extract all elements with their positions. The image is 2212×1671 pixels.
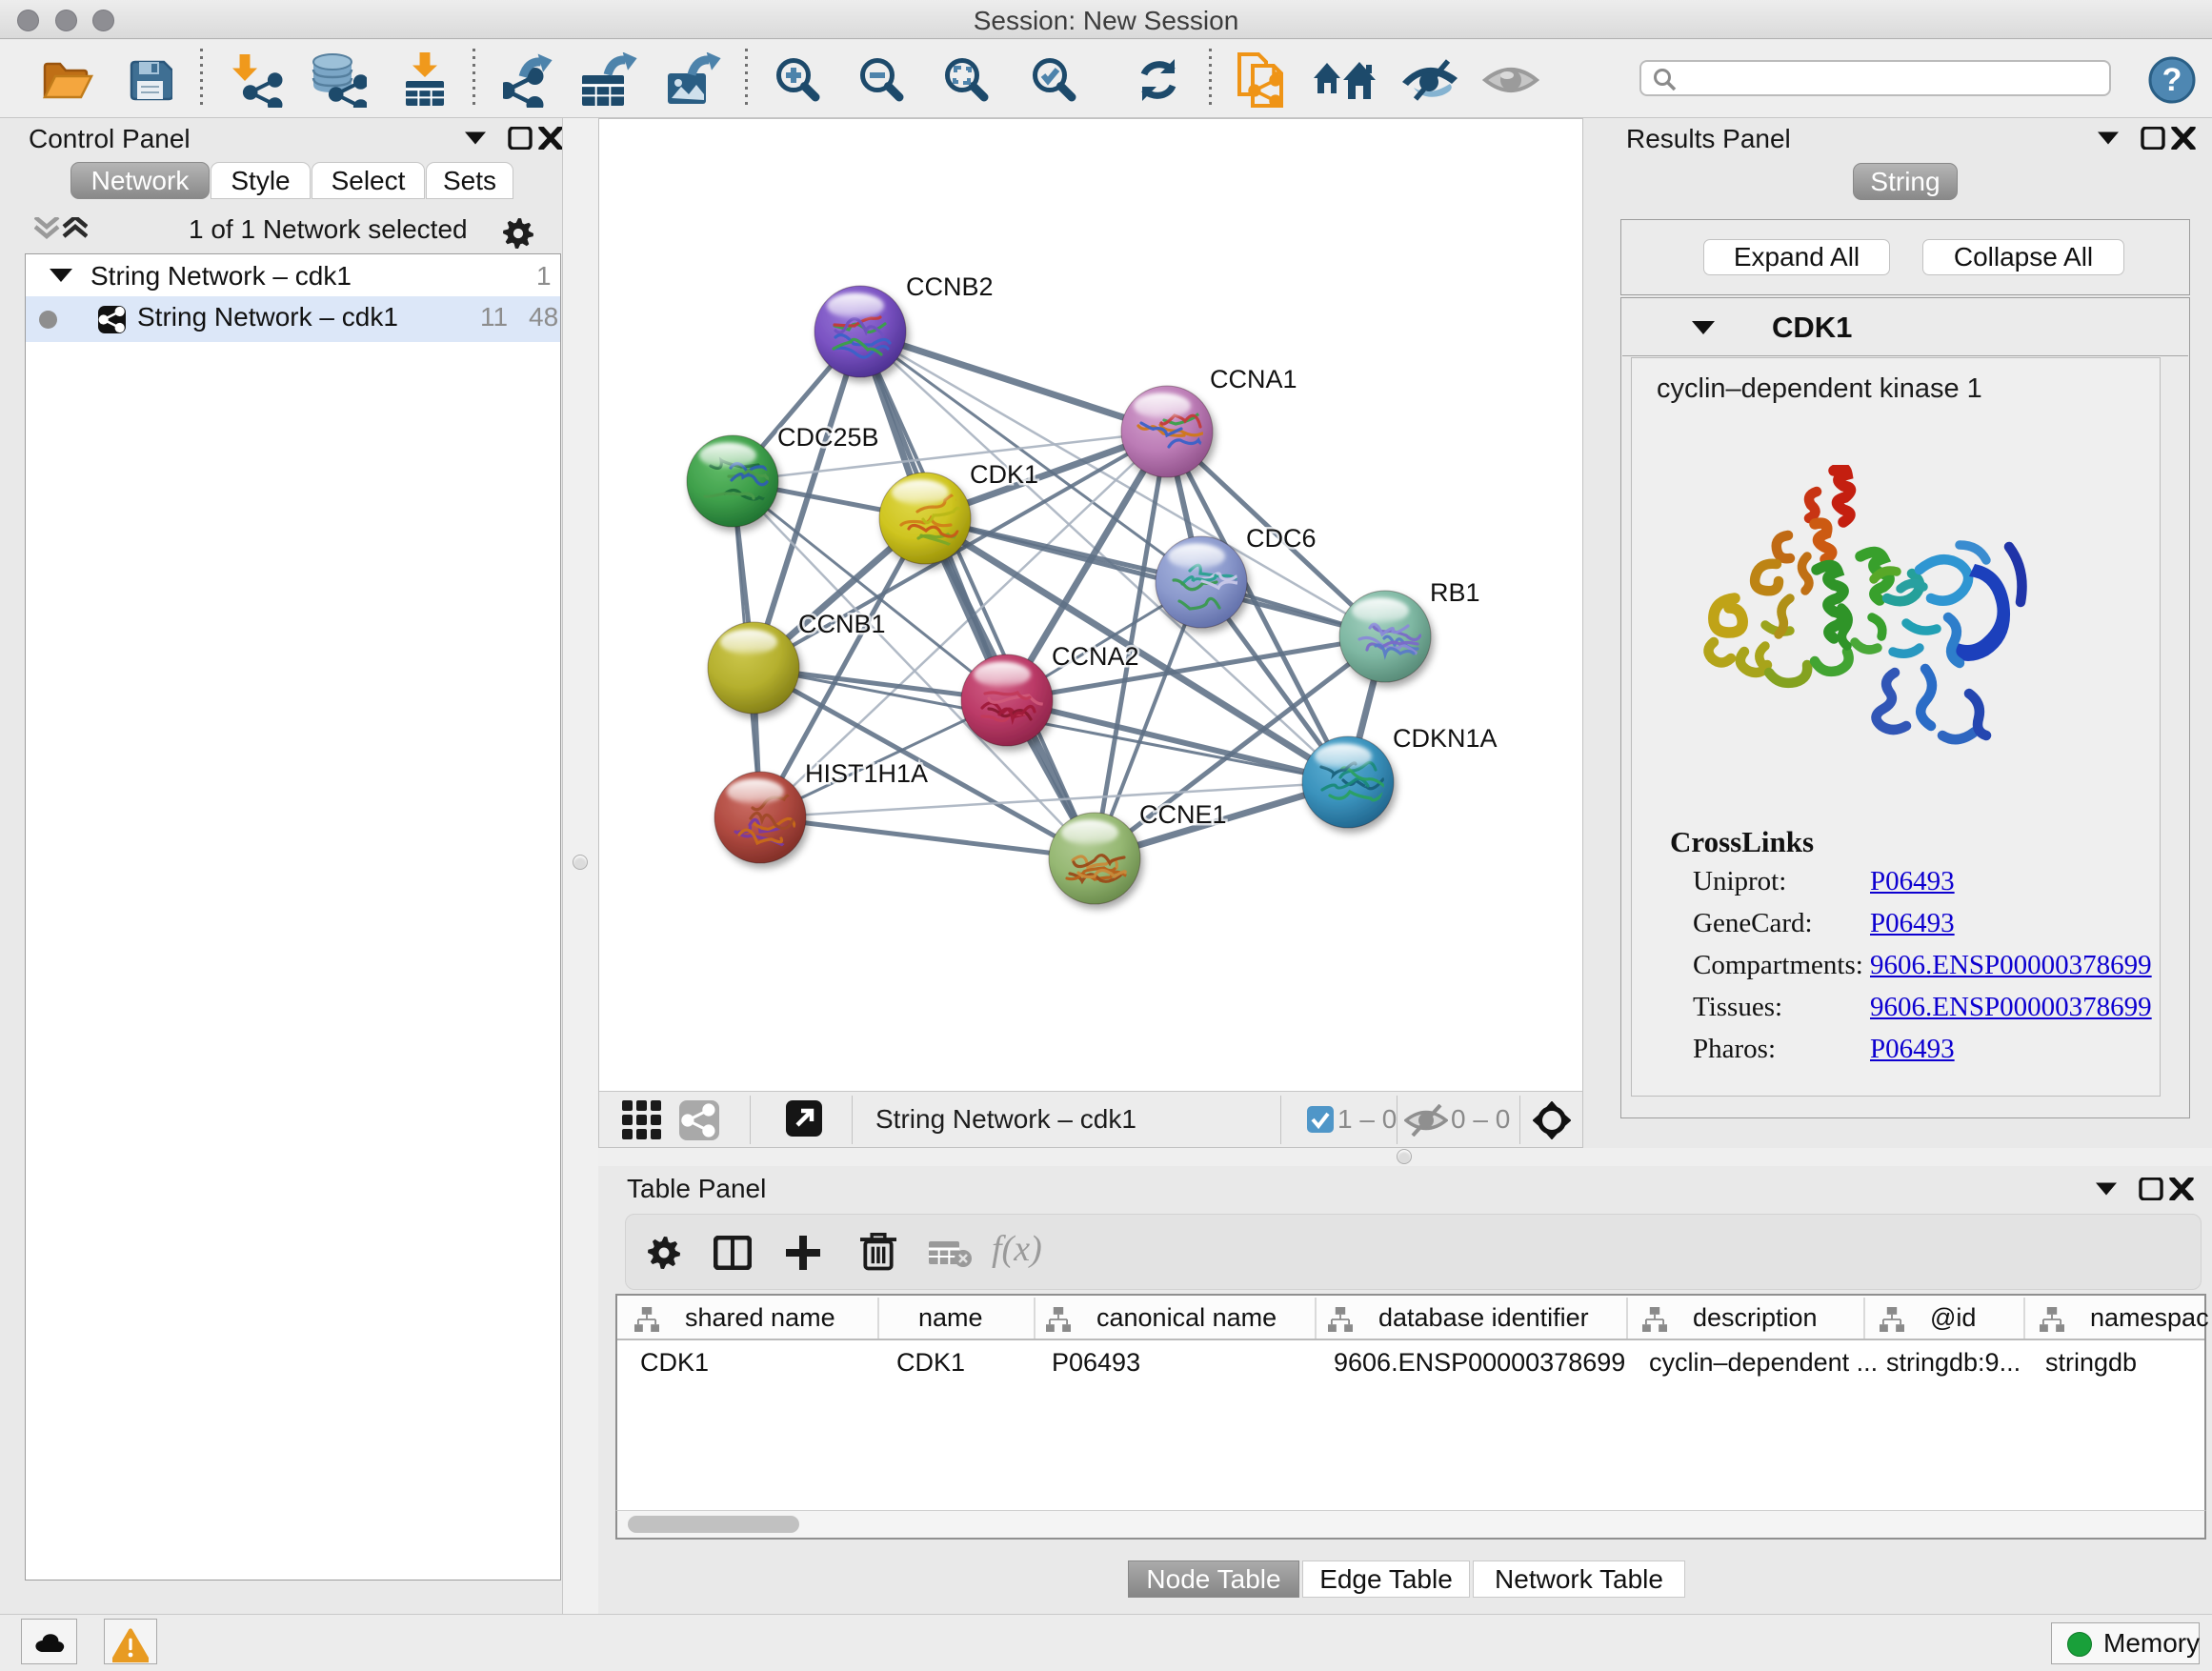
svg-text:CDC25B: CDC25B <box>777 423 879 452</box>
svg-text:HIST1H1A: HIST1H1A <box>805 759 928 788</box>
svg-text:CDK1: CDK1 <box>970 460 1038 489</box>
svg-text:CCNA1: CCNA1 <box>1210 365 1297 393</box>
svg-text:CCNB2: CCNB2 <box>906 272 994 301</box>
svg-text:CCNB1: CCNB1 <box>798 610 886 638</box>
svg-text:CCNA2: CCNA2 <box>1052 642 1139 671</box>
svg-text:RB1: RB1 <box>1430 578 1480 607</box>
svg-text:CDC6: CDC6 <box>1246 524 1317 553</box>
svg-text:CDKN1A: CDKN1A <box>1393 724 1498 753</box>
svg-text:CCNE1: CCNE1 <box>1139 800 1227 829</box>
svg-text:?: ? <box>2162 62 2182 98</box>
